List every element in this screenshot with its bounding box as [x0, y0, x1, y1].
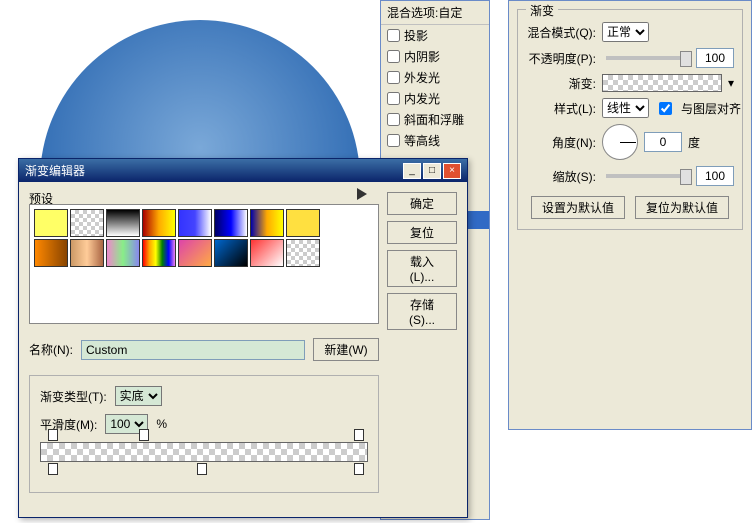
gradient-group-title: 渐变 — [526, 2, 558, 19]
preset-swatch[interactable] — [142, 239, 176, 267]
style-drop-shadow[interactable]: 投影 — [381, 25, 489, 46]
preset-swatch[interactable] — [142, 209, 176, 237]
opacity-stop-mid[interactable] — [139, 429, 149, 441]
blend-mode-label: 混合模式(Q): — [526, 24, 596, 41]
preset-swatch[interactable] — [286, 239, 320, 267]
style-contour[interactable]: 等高线 — [381, 130, 489, 151]
color-stop-right[interactable] — [354, 463, 364, 475]
name-label: 名称(N): — [29, 341, 73, 358]
preset-swatch[interactable] — [106, 239, 140, 267]
style-select[interactable]: 线性 — [602, 98, 649, 118]
save-button[interactable]: 存储(S)... — [387, 293, 457, 330]
preset-swatch[interactable] — [178, 239, 212, 267]
preset-swatch[interactable] — [250, 239, 284, 267]
preset-swatch[interactable] — [106, 209, 140, 237]
align-label: 与图层对齐 — [681, 100, 741, 117]
reset-default-button[interactable]: 复位为默认值 — [635, 196, 729, 219]
cancel-button[interactable]: 复位 — [387, 221, 457, 244]
preset-swatch[interactable] — [214, 209, 248, 237]
opacity-stop-left[interactable] — [48, 429, 58, 441]
style-inner-shadow[interactable]: 内阴影 — [381, 46, 489, 67]
name-input[interactable] — [81, 340, 305, 360]
angle-input[interactable] — [644, 132, 682, 152]
minimize-button[interactable]: _ — [403, 163, 421, 179]
preset-swatch[interactable] — [34, 209, 68, 237]
opacity-slider[interactable] — [606, 56, 686, 60]
load-button[interactable]: 载入(L)... — [387, 250, 457, 287]
align-checkbox[interactable] — [659, 102, 672, 115]
preset-box — [29, 204, 379, 324]
checkbox-inner-shadow[interactable] — [387, 50, 400, 63]
gradient-editor-dialog: 渐变编辑器 _ □ × 预设 名称(N): 新建(W) 渐变类型(T): — [18, 158, 468, 518]
style-label: 样式(L): — [526, 100, 596, 117]
preset-swatch[interactable] — [70, 209, 104, 237]
preset-menu-icon[interactable] — [357, 188, 373, 200]
scale-input[interactable] — [696, 166, 734, 186]
angle-label: 角度(N): — [526, 134, 596, 151]
opacity-input[interactable] — [696, 48, 734, 68]
preset-swatch[interactable] — [250, 209, 284, 237]
color-stop-left[interactable] — [48, 463, 58, 475]
gradient-overlay-panel: 渐变 混合模式(Q): 正常 不透明度(P): 渐变: ▾ 样式(L): 线性 … — [508, 0, 752, 430]
gradient-editor-title: 渐变编辑器 — [25, 162, 85, 179]
set-default-button[interactable]: 设置为默认值 — [531, 196, 625, 219]
type-label: 渐变类型(T): — [40, 388, 107, 405]
opacity-label: 不透明度(P): — [526, 50, 596, 67]
blend-options-title[interactable]: 混合选项:自定 — [381, 1, 489, 25]
gradient-type-group: 渐变类型(T): 实底 平滑度(M): 100 % — [29, 375, 379, 493]
checkbox-drop-shadow[interactable] — [387, 29, 400, 42]
ok-button[interactable]: 确定 — [387, 192, 457, 215]
gradient-editor-titlebar[interactable]: 渐变编辑器 _ □ × — [19, 159, 467, 182]
type-select[interactable]: 实底 — [115, 386, 162, 406]
maximize-button[interactable]: □ — [423, 163, 441, 179]
opacity-stop-right[interactable] — [354, 429, 364, 441]
preset-swatch[interactable] — [34, 239, 68, 267]
blend-mode-select[interactable]: 正常 — [602, 22, 649, 42]
new-button[interactable]: 新建(W) — [313, 338, 379, 361]
preset-swatch[interactable] — [286, 209, 320, 237]
gradient-preview[interactable] — [602, 74, 722, 92]
preset-swatch[interactable] — [70, 239, 104, 267]
color-stop-mid[interactable] — [197, 463, 207, 475]
preset-swatch[interactable] — [214, 239, 248, 267]
checkbox-outer-glow[interactable] — [387, 71, 400, 84]
gradient-bar[interactable] — [40, 442, 368, 462]
style-bevel-emboss[interactable]: 斜面和浮雕 — [381, 109, 489, 130]
gradient-label: 渐变: — [526, 75, 596, 92]
preset-swatch[interactable] — [178, 209, 212, 237]
preset-grid — [34, 209, 374, 267]
style-inner-glow[interactable]: 内发光 — [381, 88, 489, 109]
dropdown-icon[interactable]: ▾ — [728, 76, 734, 90]
checkbox-contour[interactable] — [387, 134, 400, 147]
checkbox-inner-glow[interactable] — [387, 92, 400, 105]
angle-dial[interactable] — [602, 124, 638, 160]
checkbox-bevel[interactable] — [387, 113, 400, 126]
scale-slider[interactable] — [606, 174, 686, 178]
smooth-unit: % — [156, 417, 167, 431]
close-button[interactable]: × — [443, 163, 461, 179]
gradient-group: 渐变 混合模式(Q): 正常 不透明度(P): 渐变: ▾ 样式(L): 线性 … — [517, 9, 743, 230]
angle-unit: 度 — [688, 134, 700, 151]
scale-label: 缩放(S): — [526, 168, 596, 185]
style-outer-glow[interactable]: 外发光 — [381, 67, 489, 88]
